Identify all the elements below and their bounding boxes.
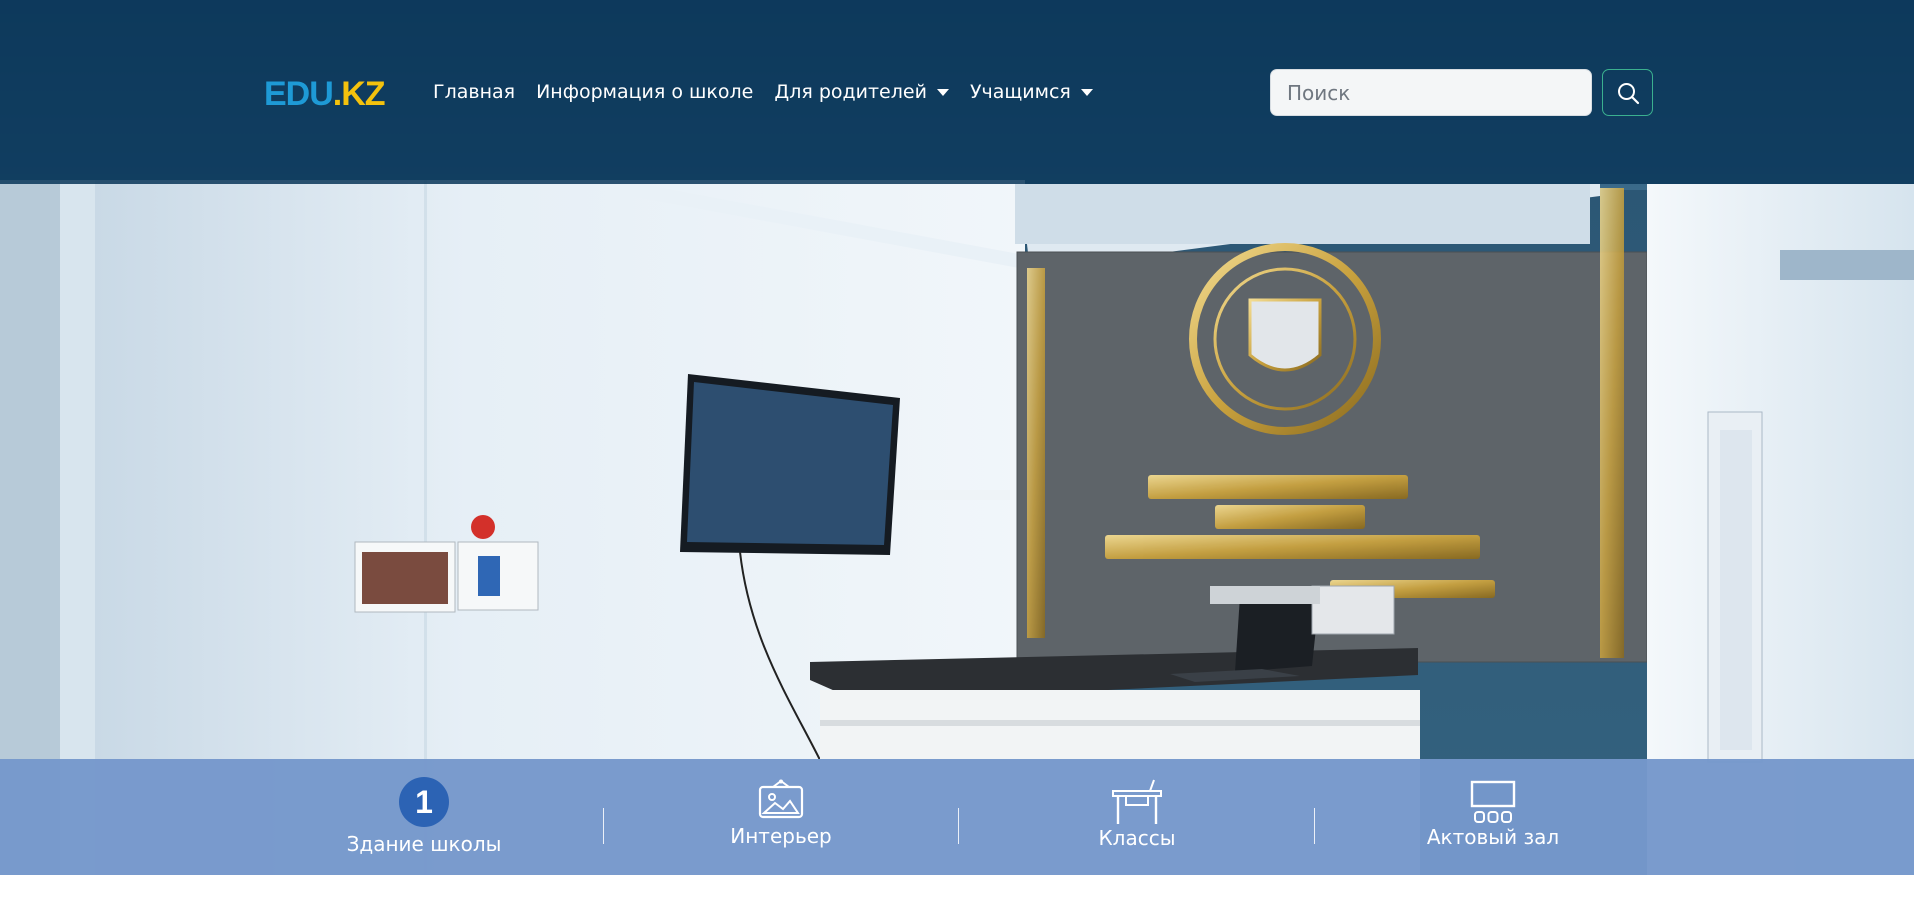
gallery-tab-bar: 1 Здание школы Интерьер Классы Актовый з…: [0, 759, 1914, 875]
nav-item-for-parents[interactable]: Для родителей: [774, 78, 949, 106]
search-button[interactable]: [1602, 69, 1653, 116]
assembly-hall-icon: [1470, 780, 1516, 823]
tab-school-building[interactable]: 1 Здание школы: [274, 759, 574, 875]
tab-divider: [603, 808, 604, 844]
search-input[interactable]: [1270, 69, 1592, 116]
main-nav: Главная Информация о школе Для родителей…: [433, 78, 1114, 106]
tab-label: Здание школы: [346, 832, 502, 856]
nav-item-home[interactable]: Главная: [433, 78, 515, 106]
dropdown-caret-icon: [936, 88, 949, 96]
tab-assembly-hall[interactable]: Актовый зал: [1343, 759, 1643, 875]
page: EDU.KZ Главная Информация о школе Для ро…: [0, 0, 1914, 911]
tab-interior[interactable]: Интерьер: [631, 759, 931, 875]
nav-item-for-students[interactable]: Учащимся: [970, 78, 1093, 106]
nav-item-label: Для родителей: [774, 81, 927, 103]
site-header: EDU.KZ Главная Информация о школе Для ро…: [0, 0, 1914, 184]
search-icon: [1617, 82, 1639, 104]
nav-item-label: Информация о школе: [536, 81, 754, 103]
nav-item-label: Учащимся: [969, 81, 1071, 103]
tab-label: Классы: [1098, 826, 1176, 850]
dropdown-caret-icon: [1080, 88, 1093, 96]
logo-text-kz: .KZ: [332, 75, 386, 113]
tab-label: Интерьер: [730, 824, 832, 848]
site-logo[interactable]: EDU.KZ: [264, 72, 386, 116]
number-one-badge: 1: [399, 777, 449, 827]
picture-frame-icon: [758, 779, 804, 819]
tab-classes[interactable]: Классы: [987, 759, 1287, 875]
desk-icon: [1112, 779, 1162, 824]
tab-label: Актовый зал: [1426, 825, 1560, 849]
nav-item-school-info[interactable]: Информация о школе: [536, 78, 753, 106]
nav-item-label: Главная: [433, 81, 516, 103]
tab-divider: [1314, 808, 1315, 844]
logo-text-edu: EDU: [264, 75, 334, 113]
tab-divider: [958, 808, 959, 844]
